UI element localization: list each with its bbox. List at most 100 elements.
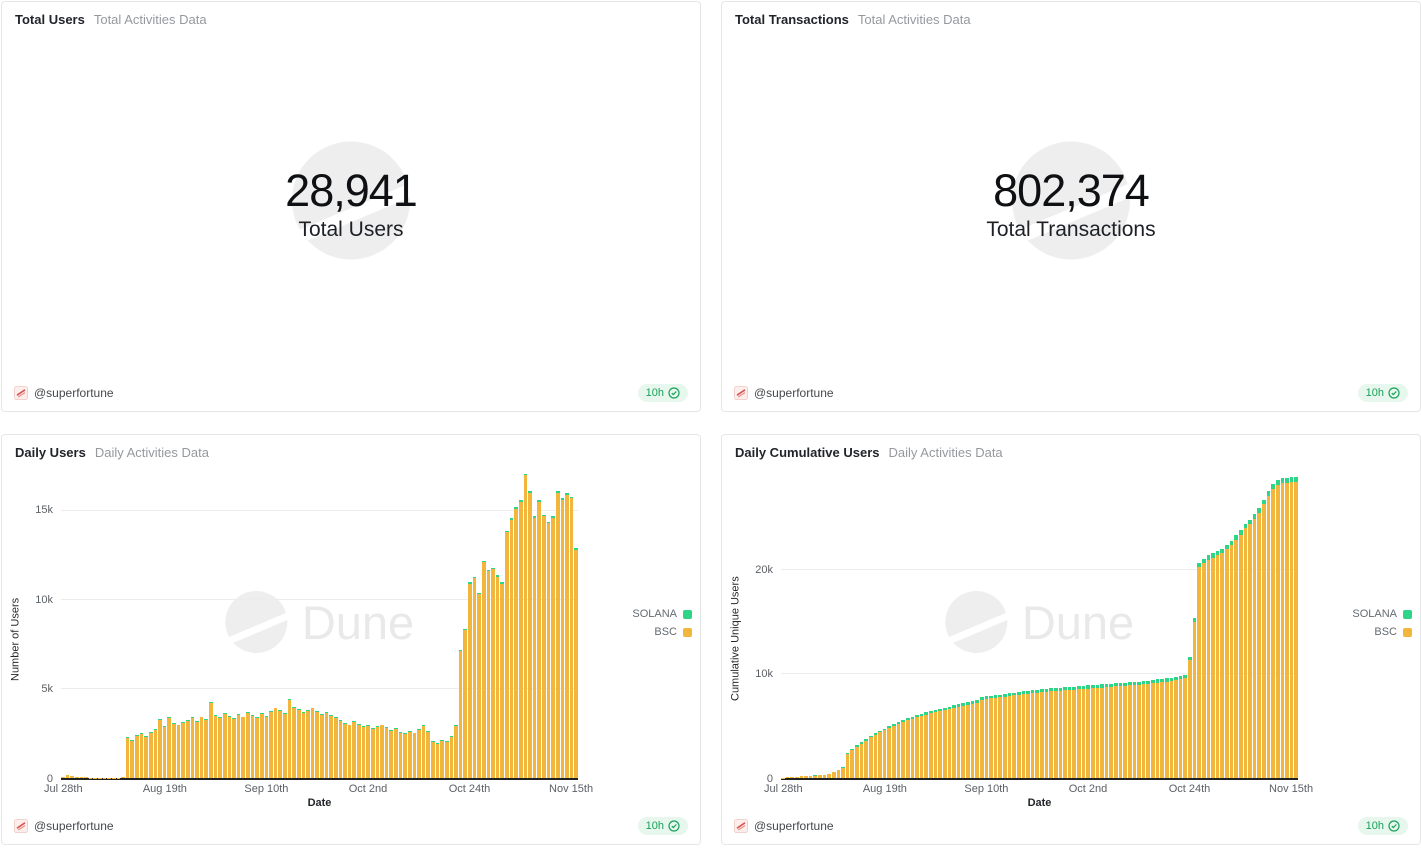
bar[interactable] [1142, 466, 1146, 778]
bar[interactable] [255, 466, 259, 778]
bar[interactable] [1230, 466, 1234, 778]
bar[interactable] [1137, 466, 1141, 778]
bar[interactable] [454, 466, 458, 778]
bar[interactable] [1031, 466, 1035, 778]
bar[interactable] [477, 466, 481, 778]
bar[interactable] [311, 466, 315, 778]
bar[interactable] [1151, 466, 1155, 778]
bar[interactable] [570, 466, 574, 778]
bar[interactable] [1197, 466, 1201, 778]
bar[interactable] [1054, 466, 1058, 778]
bar[interactable] [339, 466, 343, 778]
bar[interactable] [911, 466, 915, 778]
bar[interactable] [957, 466, 961, 778]
bar[interactable] [191, 466, 195, 778]
bar[interactable] [786, 466, 790, 778]
bar[interactable] [413, 466, 417, 778]
bar[interactable] [1285, 466, 1289, 778]
bar[interactable] [473, 466, 477, 778]
bar[interactable] [241, 466, 245, 778]
bar[interactable] [1220, 466, 1224, 778]
bar[interactable] [510, 466, 514, 778]
bar[interactable] [855, 466, 859, 778]
bar[interactable] [1294, 466, 1298, 778]
refresh-badge[interactable]: 10h [1358, 384, 1408, 402]
bar[interactable] [1072, 466, 1076, 778]
bar[interactable] [126, 466, 130, 778]
bar[interactable] [98, 466, 102, 778]
bar[interactable] [556, 466, 560, 778]
bar[interactable] [813, 466, 817, 778]
bar[interactable] [112, 466, 116, 778]
bar[interactable] [459, 466, 463, 778]
bar[interactable] [362, 466, 366, 778]
bar[interactable] [1003, 466, 1007, 778]
bar[interactable] [975, 466, 979, 778]
bar[interactable] [998, 466, 1002, 778]
bar[interactable] [1105, 466, 1109, 778]
bar[interactable] [1267, 466, 1271, 778]
bar[interactable] [883, 466, 887, 778]
bar[interactable] [315, 466, 319, 778]
bar[interactable] [1040, 466, 1044, 778]
bar[interactable] [283, 466, 287, 778]
refresh-badge[interactable]: 10h [638, 817, 688, 835]
bar[interactable] [422, 466, 426, 778]
bar[interactable] [385, 466, 389, 778]
bar[interactable] [278, 466, 282, 778]
bar[interactable] [1234, 466, 1238, 778]
bar[interactable] [334, 466, 338, 778]
bar[interactable] [994, 466, 998, 778]
bar[interactable] [172, 466, 176, 778]
bar[interactable] [874, 466, 878, 778]
bar[interactable] [1290, 466, 1294, 778]
bar[interactable] [864, 466, 868, 778]
bar[interactable] [547, 466, 551, 778]
bar[interactable] [837, 466, 841, 778]
bar[interactable] [209, 466, 213, 778]
bar[interactable] [297, 466, 301, 778]
bar[interactable] [135, 466, 139, 778]
bar[interactable] [505, 466, 509, 778]
bar[interactable] [1188, 466, 1192, 778]
bar[interactable] [929, 466, 933, 778]
bar[interactable] [1100, 466, 1104, 778]
bar[interactable] [399, 466, 403, 778]
bar[interactable] [533, 466, 537, 778]
bar[interactable] [186, 466, 190, 778]
bar[interactable] [436, 466, 440, 778]
bar[interactable] [1049, 466, 1053, 778]
bar[interactable] [265, 466, 269, 778]
bar[interactable] [519, 466, 523, 778]
bar[interactable] [1216, 466, 1220, 778]
bar[interactable] [1114, 466, 1118, 778]
bar[interactable] [167, 466, 171, 778]
bar[interactable] [514, 466, 518, 778]
bar[interactable] [781, 466, 785, 778]
bar[interactable] [1248, 466, 1252, 778]
bar[interactable] [426, 466, 430, 778]
bar[interactable] [1026, 466, 1030, 778]
bar[interactable] [366, 466, 370, 778]
bar[interactable] [130, 466, 134, 778]
bar[interactable] [943, 466, 947, 778]
bar[interactable] [1091, 466, 1095, 778]
bar[interactable] [70, 466, 74, 778]
bar[interactable] [860, 466, 864, 778]
bar[interactable] [292, 466, 296, 778]
bar[interactable] [1165, 466, 1169, 778]
bar[interactable] [144, 466, 148, 778]
bar[interactable] [1086, 466, 1090, 778]
author-link[interactable]: @superfortune [14, 819, 114, 833]
bar[interactable] [103, 466, 107, 778]
bar[interactable] [380, 466, 384, 778]
bar[interactable] [163, 466, 167, 778]
bar[interactable] [232, 466, 236, 778]
bar[interactable] [1225, 466, 1229, 778]
bar[interactable] [1012, 466, 1016, 778]
bar[interactable] [989, 466, 993, 778]
bar[interactable] [306, 466, 310, 778]
bar[interactable] [924, 466, 928, 778]
bar[interactable] [827, 466, 831, 778]
bar[interactable] [892, 466, 896, 778]
